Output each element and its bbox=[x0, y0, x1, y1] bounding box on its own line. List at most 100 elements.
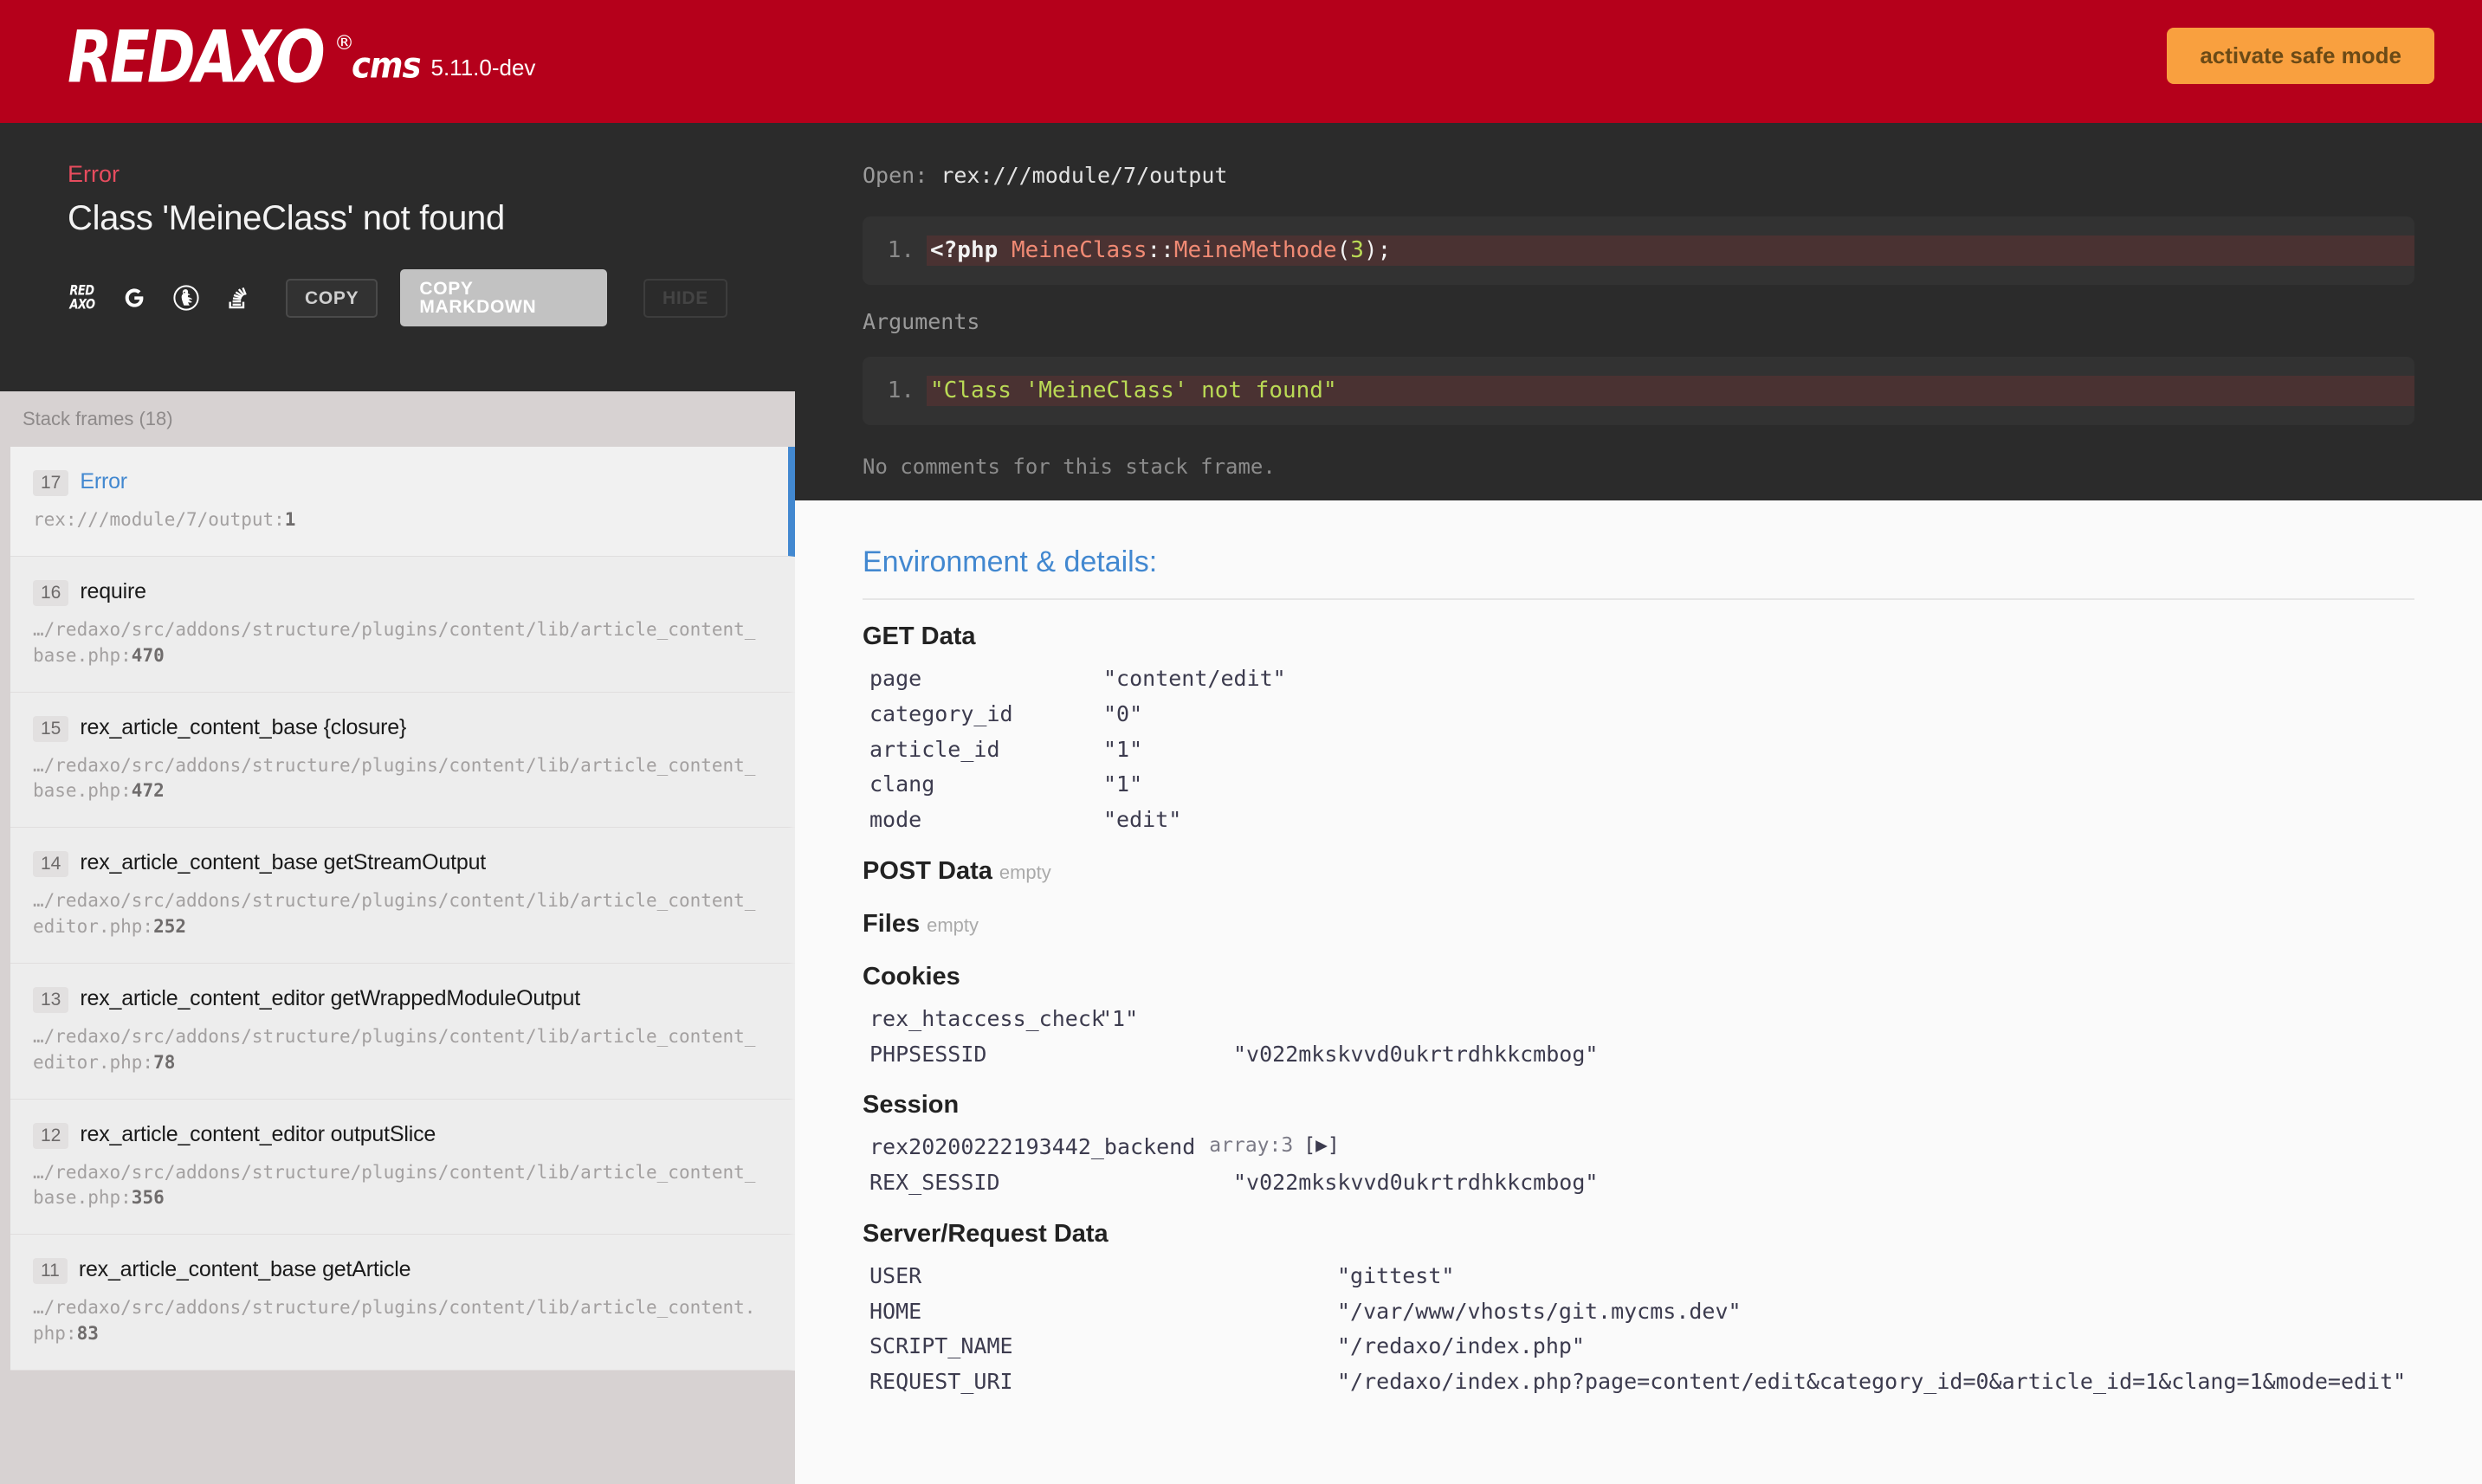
expand-array-toggle[interactable]: [▶] bbox=[1303, 1130, 1340, 1165]
env-value: "1" bbox=[1099, 1005, 1139, 1031]
frame-index: 17 bbox=[33, 470, 69, 497]
frame-index: 15 bbox=[33, 715, 69, 742]
frame-index: 13 bbox=[33, 986, 69, 1013]
env-row: PHPSESSID "v022mkskvvd0ukrtrdhkkcmbog" bbox=[869, 1037, 2414, 1073]
duckduckgo-icon[interactable] bbox=[171, 283, 201, 313]
exception-header: Error Class 'MeineClass' not found RED AX… bbox=[0, 123, 795, 391]
code-line-number: 1. bbox=[887, 237, 915, 263]
copy-button[interactable]: COPY bbox=[286, 278, 378, 318]
env-section-title: GET Data bbox=[863, 623, 976, 650]
exception-actions: RED AXO COPY COPY MARKDOWN HIDE bbox=[68, 269, 727, 326]
env-row: REX_SESSID "v022mkskvvd0ukrtrdhkkcmbog" bbox=[869, 1165, 2414, 1201]
env-table: page "content/edit" category_id "0" article_… bbox=[869, 661, 2414, 838]
exception-type: Error bbox=[68, 161, 120, 187]
stack-frames-list[interactable]: 17 Error rex:///module/7/output:1 16 require… bbox=[0, 447, 795, 1484]
argument-line-number: 1. bbox=[887, 377, 915, 404]
env-value: "/redaxo/index.php" bbox=[1337, 1333, 1585, 1359]
code-token: 3 bbox=[1350, 237, 1364, 263]
stack-frame-15[interactable]: 15 rex_article_content_base {closure} …/re… bbox=[10, 692, 795, 829]
env-section-title: Session bbox=[863, 1091, 960, 1119]
env-row: REQUEST_URI "/redaxo/index.php?page=conte… bbox=[869, 1365, 2414, 1400]
env-key: rex20200222193442_backend bbox=[869, 1134, 1196, 1160]
env-table: rex20200222193442_backend array:3 [▶] REX_S… bbox=[869, 1130, 2414, 1201]
env-key: clang bbox=[869, 771, 935, 797]
frame-function: rex_article_content_base getArticle bbox=[78, 1257, 411, 1282]
frame-path: …/redaxo/src/addons/structure/plugins/co… bbox=[33, 754, 756, 802]
code-snippet-box: 1. <?php MeineClass::MeineMethode(3); bbox=[863, 216, 2414, 286]
open-file-line[interactable]: Open: rex:///module/7/output bbox=[863, 163, 2414, 188]
code-token: MeineClass bbox=[1011, 237, 1147, 263]
frame-path: …/redaxo/src/addons/structure/plugins/co… bbox=[33, 1297, 756, 1345]
redaxo-icon[interactable]: RED AXO bbox=[68, 283, 97, 313]
env-value: "v022mkskvvd0ukrtrdhkkcmbog" bbox=[1233, 1170, 1599, 1195]
env-row: USER "gittest" bbox=[869, 1259, 2414, 1294]
google-icon[interactable] bbox=[120, 283, 149, 313]
stackoverflow-icon[interactable] bbox=[223, 283, 253, 313]
stack-frame-11[interactable]: 11 rex_article_content_base getArticle …/r… bbox=[10, 1235, 795, 1371]
env-section-title: Files empty bbox=[863, 909, 979, 938]
stack-frame-12[interactable]: 12 rex_article_content_editor outputSlice… bbox=[10, 1099, 795, 1236]
stack-frame-17[interactable]: 17 Error rex:///module/7/output:1 bbox=[10, 447, 795, 557]
frame-index: 16 bbox=[33, 579, 69, 606]
open-path: rex:///module/7/output bbox=[940, 163, 1228, 188]
env-value: "v022mkskvvd0ukrtrdhkkcmbog" bbox=[1233, 1041, 1599, 1067]
frame-title: 13 rex_article_content_editor getWrappedM… bbox=[33, 986, 766, 1013]
code-token: MeineMethode bbox=[1173, 237, 1337, 263]
hide-button[interactable]: HIDE bbox=[643, 278, 727, 318]
frame-title: 17 Error bbox=[33, 469, 766, 497]
code-token: <?php bbox=[930, 237, 999, 263]
env-key: USER bbox=[869, 1262, 922, 1288]
env-row: category_id "0" bbox=[869, 697, 2414, 732]
frame-function: Error bbox=[80, 469, 127, 494]
frame-path: …/redaxo/src/addons/structure/plugins/co… bbox=[33, 1161, 756, 1209]
code-token: ( bbox=[1336, 237, 1351, 263]
frame-path: …/redaxo/src/addons/structure/plugins/co… bbox=[33, 618, 756, 666]
activate-safe-mode-button[interactable]: activate safe mode bbox=[2167, 28, 2434, 84]
exception-message: Class 'MeineClass' not found bbox=[68, 199, 505, 237]
env-value-meta: array:3 bbox=[1209, 1134, 1294, 1158]
environment-sections: GET Data page "content/edit" category_id "0"… bbox=[863, 623, 2414, 1400]
frame-title: 12 rex_article_content_editor outputSlice bbox=[33, 1122, 766, 1149]
frame-index: 14 bbox=[33, 851, 69, 878]
logo-cms-text: cms bbox=[351, 44, 422, 87]
frame-function: rex_article_content_base {closure} bbox=[80, 714, 407, 739]
env-key: REQUEST_URI bbox=[869, 1369, 1013, 1394]
env-empty-badge: empty bbox=[999, 861, 1051, 883]
env-key: REX_SESSID bbox=[869, 1170, 1000, 1195]
frame-path: rex:///module/7/output:1 bbox=[33, 509, 296, 531]
argument-value: "Class 'MeineClass' not found" bbox=[927, 376, 2414, 407]
frame-title: 15 rex_article_content_base {closure} bbox=[33, 715, 766, 742]
env-section-title: POST Data empty bbox=[863, 856, 1051, 885]
frame-path: …/redaxo/src/addons/structure/plugins/co… bbox=[33, 890, 756, 938]
frame-title: 11 rex_article_content_base getArticle bbox=[33, 1257, 766, 1285]
frame-comments-note: No comments for this stack frame. bbox=[863, 455, 1276, 480]
frame-function: require bbox=[80, 578, 146, 603]
main-split: Error Class 'MeineClass' not found RED AX… bbox=[0, 123, 2482, 1484]
env-key: page bbox=[869, 666, 922, 691]
env-key: HOME bbox=[869, 1298, 922, 1324]
open-label: Open: bbox=[863, 163, 928, 188]
env-section-title: Cookies bbox=[863, 962, 960, 990]
frame-function: rex_article_content_base getStreamOutput bbox=[80, 850, 487, 875]
environment-panel: Environment & details: GET Data page "cont… bbox=[795, 500, 2482, 1484]
env-spacer bbox=[863, 891, 2414, 907]
env-key: article_id bbox=[869, 736, 1000, 762]
argument-line: 1. "Class 'MeineClass' not found" bbox=[863, 376, 2414, 407]
env-table: USER "gittest" HOME "/var/www/vhosts/git.my… bbox=[869, 1259, 2414, 1400]
frame-function: rex_article_content_editor getWrappedMod… bbox=[80, 985, 580, 1010]
env-value: "0" bbox=[1103, 700, 1143, 726]
right-panel: Open: rex:///module/7/output 1. <?php Me… bbox=[795, 123, 2482, 1484]
env-spacer bbox=[863, 944, 2414, 959]
copy-markdown-button[interactable]: COPY MARKDOWN bbox=[400, 269, 608, 326]
stack-frame-13[interactable]: 13 rex_article_content_editor getWrappedM… bbox=[10, 963, 795, 1100]
env-value: "/redaxo/index.php?page=content/edit&cat… bbox=[1337, 1369, 2407, 1394]
env-row: page "content/edit" bbox=[869, 661, 2414, 697]
env-row: clang "1" bbox=[869, 767, 2414, 803]
frame-function: rex_article_content_editor outputSlice bbox=[80, 1121, 436, 1146]
stack-frame-16[interactable]: 16 require …/redaxo/src/addons/structure/p… bbox=[10, 556, 795, 693]
env-value: "content/edit" bbox=[1103, 666, 1286, 691]
env-row: SCRIPT_NAME "/redaxo/index.php" bbox=[869, 1329, 2414, 1365]
redaxo-logo: REDAXO ® cms 5.11.0-dev bbox=[68, 22, 535, 94]
stack-frame-14[interactable]: 14 rex_article_content_base getStreamOutp… bbox=[10, 828, 795, 964]
